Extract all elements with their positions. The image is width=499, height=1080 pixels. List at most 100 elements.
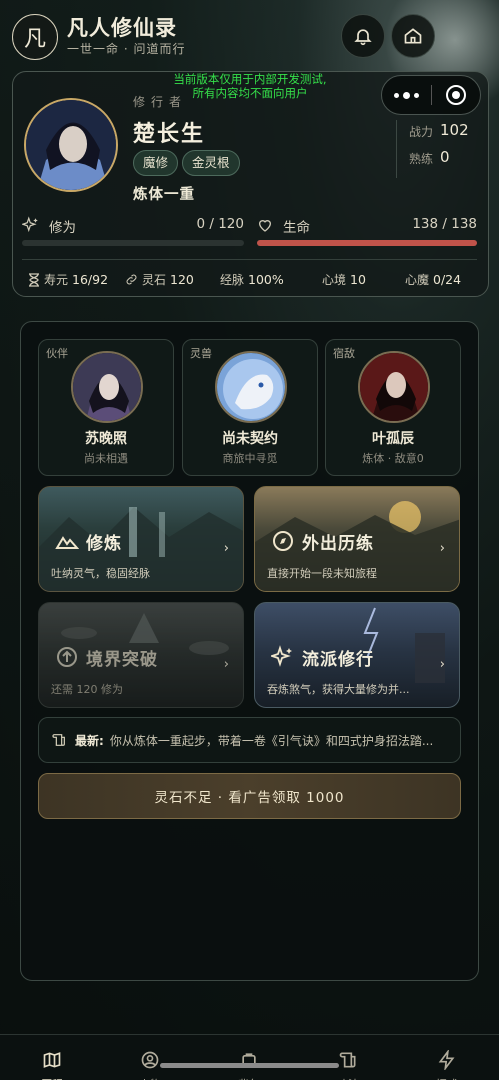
action-desc: 直接开始一段未知旅程: [267, 567, 377, 580]
profile-divider: [22, 259, 477, 260]
stats-divider: [396, 120, 397, 178]
notification-button[interactable]: [341, 14, 385, 58]
lightning-icon: [438, 1048, 455, 1072]
companion-name: 尚未契约: [222, 431, 278, 447]
res-spirit-stone: 灵石 120: [125, 271, 194, 288]
res-lifespan: 寿元 16/92: [28, 271, 108, 288]
home-indicator[interactable]: [160, 1063, 339, 1068]
scroll-icon: [52, 734, 65, 746]
sparkle-icon: [271, 645, 292, 667]
action-cultivate[interactable]: 修炼 吐纳灵气，稳固经脉 ›: [38, 486, 244, 592]
action-title: 境界突破: [86, 650, 158, 670]
chevron-right-icon: ›: [439, 541, 445, 556]
app-logo: 凡: [12, 14, 58, 60]
life-bar: [257, 240, 477, 246]
res-meridian-value: 100%: [248, 272, 284, 287]
mountain-icon: [55, 536, 79, 549]
action-title: 流派修行: [302, 650, 374, 670]
life-bar-fill: [257, 240, 477, 246]
action-breakthrough[interactable]: 境界突破 还需 120 修为 ›: [38, 602, 244, 708]
life-label: 生命: [283, 220, 310, 236]
life-value: 138 / 138: [412, 216, 477, 232]
partner-avatar: [71, 351, 143, 423]
player-realm: 炼体一重: [133, 187, 195, 203]
res-mind-value: 10: [350, 272, 366, 287]
action-explore[interactable]: 外出历练 直接开始一段未知旅程 ›: [254, 486, 460, 592]
proficiency-value: 0: [440, 148, 450, 166]
app-title: 凡人修仙录: [67, 16, 177, 40]
partner-portrait-icon: [73, 353, 141, 421]
nav-moves[interactable]: 招式: [427, 1048, 467, 1080]
tag-spirit-root: 金灵根: [182, 150, 240, 176]
scroll-icon: [339, 1052, 356, 1068]
nav-label: 背包: [229, 1076, 269, 1080]
player-label: 修行者: [133, 95, 188, 109]
res-demon-value: 0/24: [433, 272, 462, 287]
chevron-right-icon: ›: [439, 657, 445, 672]
chevron-right-icon: ›: [223, 657, 229, 672]
heart-icon: [258, 220, 272, 232]
companion-card-rival[interactable]: 宿敌 叶孤辰 炼体 · 敌意0: [325, 339, 461, 476]
chevron-right-icon: ›: [223, 541, 229, 556]
close-miniprogram-button[interactable]: [432, 76, 480, 114]
user-icon: [141, 1051, 159, 1069]
cultivation-value: 0 / 120: [196, 216, 245, 232]
dev-notice-line1: 当前版本仅用于内部开发测试,: [173, 72, 327, 86]
sparkle-icon: [22, 216, 38, 233]
companion-name: 叶孤辰: [372, 431, 414, 447]
player-portrait-icon: [26, 100, 116, 190]
news-label: 最新:: [75, 733, 104, 748]
cultivation-bar: [22, 240, 244, 246]
action-school[interactable]: 流派修行 吞炼煞气，获得大量修为并... ›: [254, 602, 460, 708]
action-desc: 吐纳灵气，稳固经脉: [51, 567, 150, 580]
app-subtitle: 一世一命 · 问道而行: [67, 42, 186, 56]
player-avatar[interactable]: [24, 98, 118, 192]
beast-avatar: [215, 351, 287, 423]
action-title: 外出历练: [302, 534, 374, 554]
combat-power-value: 102: [440, 121, 469, 139]
arrow-up-circle-icon: [57, 647, 77, 667]
ad-reward-button[interactable]: 灵石不足 · 看广告领取 1000: [38, 773, 461, 819]
tag-sect: 魔修: [133, 150, 179, 176]
home-icon: [404, 28, 422, 44]
companion-tag: 伙伴: [46, 347, 68, 360]
action-desc: 吞炼煞气，获得大量修为并...: [267, 683, 410, 696]
more-dots-icon: [394, 91, 419, 99]
nav-journey[interactable]: 历程: [32, 1050, 72, 1080]
companion-card-partner[interactable]: 伙伴 苏晚照 尚未相遇: [38, 339, 174, 476]
res-mind-label: 心境: [322, 273, 347, 287]
target-close-icon: [445, 85, 466, 105]
companion-card-beast[interactable]: 灵兽 尚未契约 商旅中寻觅: [182, 339, 318, 476]
nav-label: 招式: [427, 1076, 467, 1080]
companion-status: 商旅中寻觅: [222, 452, 278, 465]
hourglass-icon: [29, 272, 39, 287]
res-spirit-stone-label: 灵石: [142, 273, 167, 287]
rival-portrait-icon: [360, 353, 428, 421]
res-meridian-label: 经脉: [220, 273, 245, 287]
companion-status: 尚未相遇: [84, 452, 128, 465]
nav-label: 功法: [328, 1076, 368, 1080]
nav-label: 历程: [32, 1076, 72, 1080]
companion-status: 炼体 · 敌意0: [362, 452, 424, 465]
latest-news[interactable]: 最新: 你从炼体一重起步，带着一卷《引气诀》和四式护身招法踏...: [38, 717, 461, 763]
res-meridian: 经脉 100%: [220, 271, 284, 288]
player-name: 楚长生: [133, 122, 206, 147]
res-demon: 心魔 0/24: [405, 271, 461, 288]
more-options-button[interactable]: [382, 76, 431, 114]
action-desc: 还需 120 修为: [51, 683, 123, 696]
beast-portrait-icon: [217, 353, 285, 421]
home-button[interactable]: [391, 14, 435, 58]
companion-tag: 宿敌: [333, 347, 355, 360]
res-spirit-stone-value: 120: [170, 272, 194, 287]
bell-icon: [354, 29, 372, 46]
logo-char: 凡: [23, 27, 46, 52]
miniprogram-capsule: [381, 75, 481, 115]
companion-name: 苏晚照: [85, 431, 127, 447]
news-text: 你从炼体一重起步，带着一卷《引气诀》和四式护身招法踏...: [109, 733, 434, 748]
compass-icon: [273, 531, 293, 551]
map-icon: [43, 1052, 61, 1068]
proficiency-label: 熟练: [409, 152, 434, 166]
res-demon-label: 心魔: [405, 273, 430, 287]
nav-label: 人物: [130, 1076, 170, 1080]
combat-power-label: 战力: [409, 125, 434, 139]
